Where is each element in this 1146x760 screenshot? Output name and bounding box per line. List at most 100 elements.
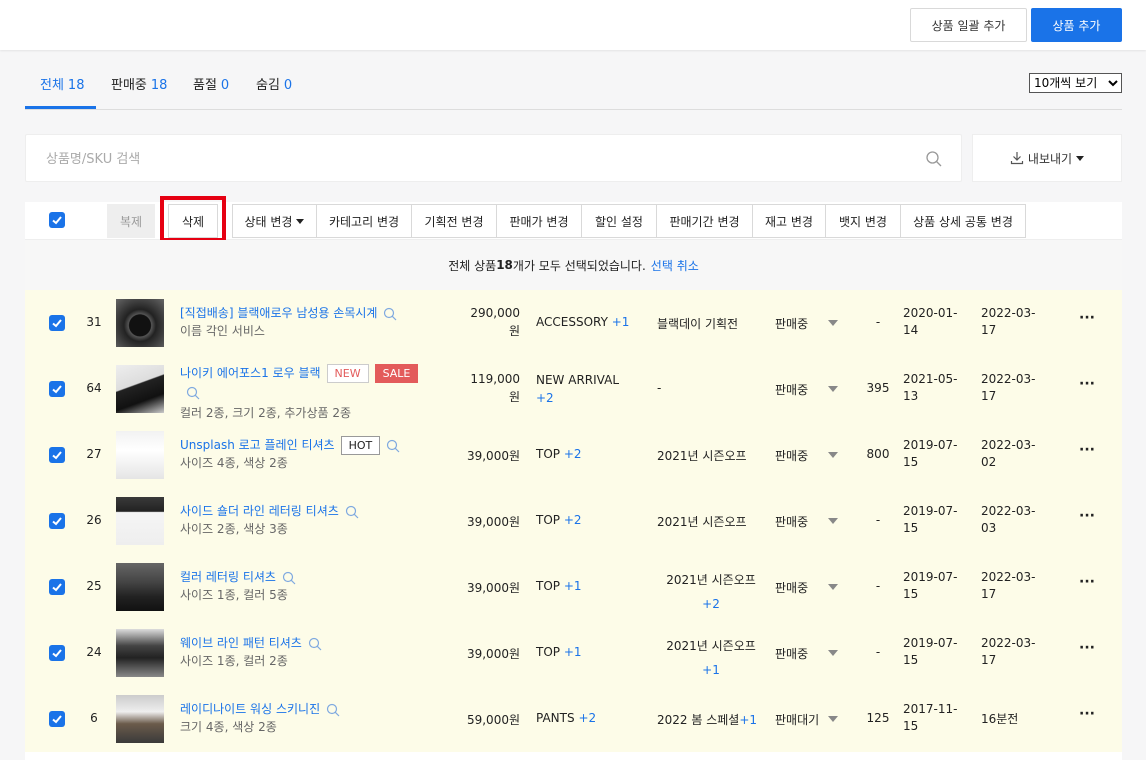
search-icon[interactable] [924,149,944,169]
product-name-cell: 웨이브 라인 패턴 티셔츠 [180,634,322,651]
row-checkbox[interactable] [49,447,65,463]
row-checkbox[interactable] [49,711,65,727]
table-row[interactable]: 64 나이키 에어포스1 로우 블랙 NEW SALE 컬러 2종, 크기 2종, … [25,356,1122,422]
product-name-link[interactable]: 레이디나이트 워싱 스키니진 [180,702,320,716]
table-row[interactable]: 31 [직접배송] 블랙애로우 남성용 손목시계 이름 각인 서비스 290,0… [25,290,1122,356]
price-text: 290,000원 [470,306,520,338]
product-number: 27 [86,447,102,461]
more-icon[interactable]: ··· [1079,310,1095,326]
discount-setting-button[interactable]: 할인 설정 [581,204,657,238]
promotion-text: 2022 봄 스페셜 [657,713,740,727]
more-icon[interactable]: ··· [1079,706,1095,722]
chevron-down-icon[interactable] [828,650,838,656]
search-icon[interactable] [282,571,296,585]
status-select[interactable]: 판매대기 [775,711,819,728]
product-name-link[interactable]: 웨이브 라인 패턴 티셔츠 [180,636,302,650]
category-more-link[interactable]: +2 [564,513,582,527]
product-name-link[interactable]: [직접배송] 블랙애로우 남성용 손목시계 [180,306,377,320]
category-cell: PANTS +2 [536,711,596,725]
status-select[interactable]: 판매중 [775,579,808,596]
product-thumbnail[interactable] [116,299,164,347]
chevron-down-icon[interactable] [828,452,838,458]
row-checkbox[interactable] [49,315,65,331]
tab-all[interactable]: 전체 18 [40,74,84,93]
promotion-more-link[interactable]: +1 [702,663,720,677]
category-more-link[interactable]: +2 [578,711,596,725]
page-size-select[interactable]: 10개씩 보기 [1029,73,1122,93]
chevron-down-icon[interactable] [828,584,838,590]
more-icon[interactable]: ··· [1079,442,1095,458]
stock-value: - [875,579,881,593]
table-row[interactable]: 26 사이드 숄더 라인 레터링 티셔츠 사이즈 2종, 색상 3종 39,00… [25,488,1122,554]
category-more-link[interactable]: +2 [536,391,554,405]
copy-button[interactable]: 복제 [107,204,155,238]
table-row[interactable]: 25 컬러 레터링 티셔츠 사이즈 1종, 컬러 5종 39,000원 TOP … [25,554,1122,620]
select-all-checkbox[interactable] [49,212,65,228]
export-button[interactable]: 내보내기 [972,134,1122,182]
row-checkbox[interactable] [49,579,65,595]
search-icon[interactable] [308,637,322,651]
category-more-link[interactable]: +1 [612,315,630,329]
search-icon[interactable] [345,505,359,519]
bulk-add-product-button[interactable]: 상품 일괄 추가 [910,8,1027,42]
row-checkbox[interactable] [49,513,65,529]
updated-date: 2022-03-17 [981,636,1036,667]
cancel-selection-link[interactable]: 선택 취소 [651,257,699,274]
tab-hidden[interactable]: 숨김 0 [256,74,292,93]
row-checkbox[interactable] [49,381,65,397]
row-checkbox[interactable] [49,645,65,661]
product-thumbnail[interactable] [116,629,164,677]
more-icon[interactable]: ··· [1079,574,1095,590]
search-icon[interactable] [186,386,200,400]
product-name-link[interactable]: Unsplash 로고 플레인 티셔츠 [180,438,335,452]
change-price-button[interactable]: 판매가 변경 [496,204,582,238]
search-icon[interactable] [386,439,400,453]
product-thumbnail[interactable] [116,695,164,743]
price-cell: 119,000원 [440,370,520,406]
promotion-more-link[interactable]: +2 [702,597,720,611]
status-select[interactable]: 판매중 [775,513,808,530]
product-thumbnail[interactable] [116,365,164,413]
tab-on-sale[interactable]: 판매중 18 [111,74,167,93]
category-more-link[interactable]: +1 [564,645,582,659]
table-row[interactable]: 6 레이디나이트 워싱 스키니진 크기 4종, 색상 2종 59,000원 PA… [25,686,1122,752]
chevron-down-icon[interactable] [828,320,838,326]
add-product-button[interactable]: 상품 추가 [1031,8,1122,42]
change-badge-button[interactable]: 뱃지 변경 [825,204,901,238]
change-stock-button[interactable]: 재고 변경 [752,204,826,238]
change-category-button[interactable]: 카테고리 변경 [316,204,412,238]
chevron-down-icon[interactable] [828,716,838,722]
tab-sold-out[interactable]: 품절 0 [193,74,229,93]
search-input[interactable] [46,147,906,171]
table-row[interactable]: 27 Unsplash 로고 플레인 티셔츠 HOT 사이즈 4종, 색상 2종 … [25,422,1122,488]
category-more-link[interactable]: +2 [564,447,582,461]
change-sale-period-button[interactable]: 판매기간 변경 [656,204,753,238]
change-common-detail-button[interactable]: 상품 상세 공통 변경 [900,204,1026,238]
status-tabs: 전체 18 판매중 18 품절 0 숨김 0 [25,56,1122,110]
product-thumbnail[interactable] [116,497,164,545]
product-name-cell: 컬러 레터링 티셔츠 [180,568,296,585]
status-select[interactable]: 판매중 [775,381,808,398]
product-name-link[interactable]: 사이드 숄더 라인 레터링 티셔츠 [180,504,339,518]
more-icon[interactable]: ··· [1079,640,1095,656]
more-icon[interactable]: ··· [1079,508,1095,524]
promotion-more-link[interactable]: +1 [739,713,757,727]
chevron-down-icon[interactable] [828,386,838,392]
promotion-text: 2021년 시즌오프 [657,449,747,463]
product-thumbnail[interactable] [116,563,164,611]
more-icon[interactable]: ··· [1079,376,1095,392]
category-more-link[interactable]: +1 [564,579,582,593]
change-promotion-button[interactable]: 기획전 변경 [411,204,497,238]
chevron-down-icon[interactable] [828,518,838,524]
product-name-link[interactable]: 나이키 에어포스1 로우 블랙 [180,366,321,380]
status-select[interactable]: 판매중 [775,315,808,332]
change-status-button[interactable]: 상태 변경 [232,204,317,238]
status-select[interactable]: 판매중 [775,447,808,464]
promotion-text: - [657,381,662,395]
status-select[interactable]: 판매중 [775,645,808,662]
search-icon[interactable] [326,703,340,717]
table-row[interactable]: 24 웨이브 라인 패턴 티셔츠 사이즈 1종, 컬러 2종 39,000원 T… [25,620,1122,686]
product-name-link[interactable]: 컬러 레터링 티셔츠 [180,570,276,584]
product-thumbnail[interactable] [116,431,164,479]
search-icon[interactable] [383,307,397,321]
